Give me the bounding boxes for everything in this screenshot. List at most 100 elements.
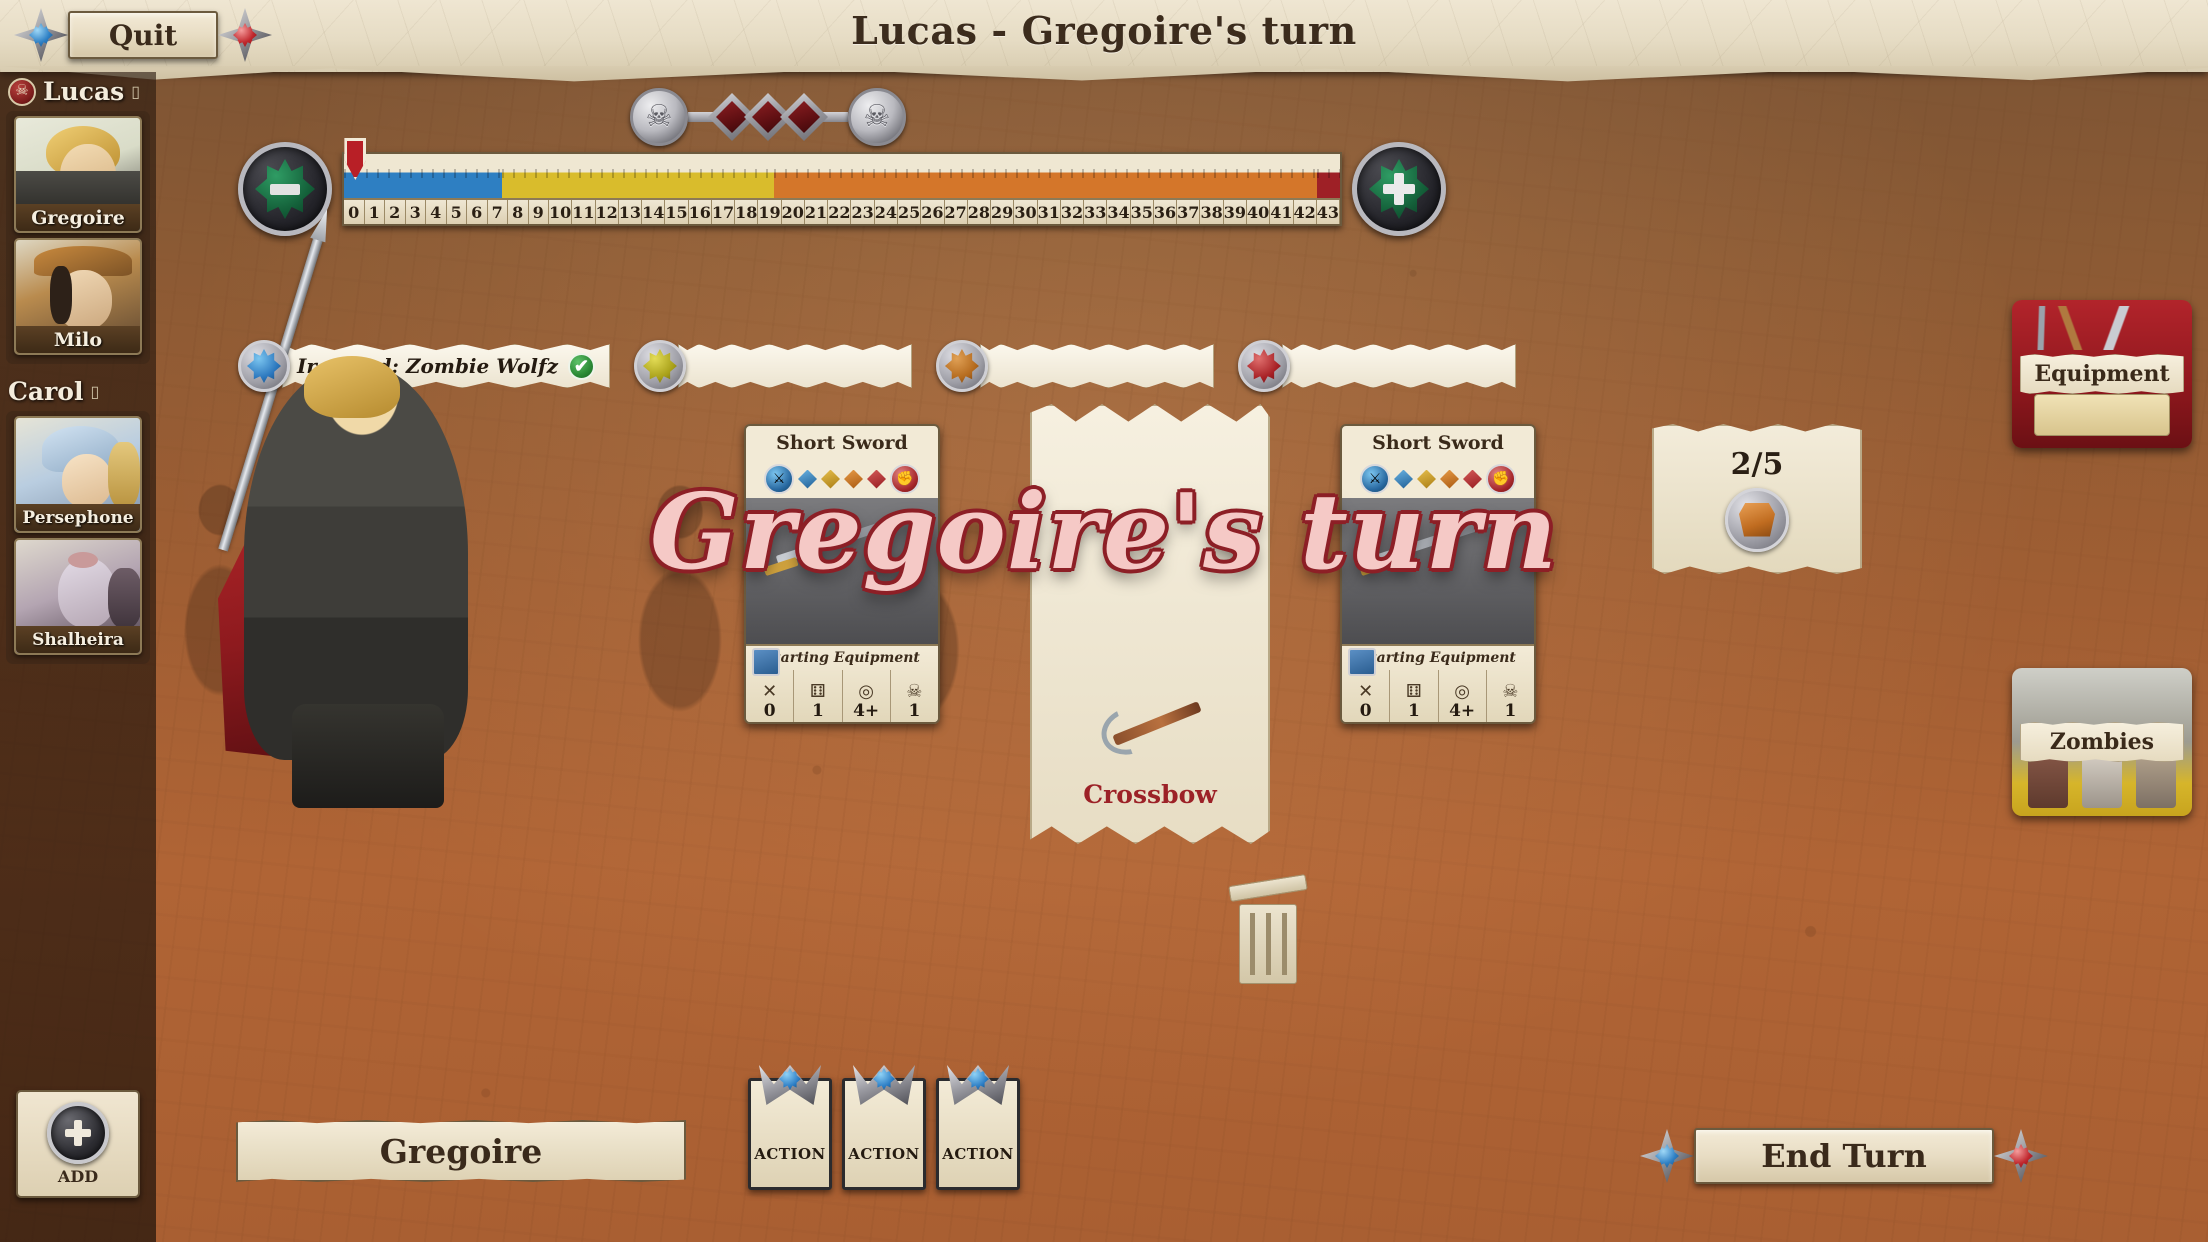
skill-slot-yellow[interactable] (633, 340, 912, 392)
xp-cell[interactable]: 30 (1014, 200, 1038, 224)
xp-cell[interactable]: 32 (1060, 200, 1085, 224)
xp-cell[interactable]: 36 (1153, 200, 1178, 224)
xp-cell[interactable]: 35 (1130, 200, 1154, 224)
xp-zone-strip (344, 154, 1340, 198)
equipment-card[interactable]: Short Sword ⚔ ✊ Starting Equipment ✕ 0 ⚅ (744, 424, 940, 724)
skill-slot-red[interactable] (1237, 340, 1516, 392)
xp-cell[interactable]: 20 (781, 200, 805, 224)
skill-strip[interactable] (979, 344, 1214, 388)
card-title: Short Sword (1372, 432, 1504, 454)
xp-cell[interactable]: 9 (528, 200, 549, 224)
danger-node[interactable] (780, 93, 828, 141)
xp-cell[interactable]: 13 (618, 200, 643, 224)
xp-cell[interactable]: 16 (688, 200, 712, 224)
xp-cell[interactable]: 15 (665, 200, 689, 224)
xp-cell[interactable]: 37 (1177, 200, 1201, 224)
clover-glyph (1246, 349, 1281, 383)
red-gem-icon (2009, 1144, 2033, 1168)
xp-cell[interactable]: 25 (897, 200, 922, 224)
skill-strip[interactable] (677, 344, 912, 388)
shoulders-shape (16, 171, 140, 205)
xp-cell[interactable]: 1 (364, 200, 385, 224)
character-name: Shalheira (16, 626, 140, 653)
xp-cell[interactable]: 2 (385, 200, 406, 224)
stat-dice: ⚅ 1 (793, 670, 841, 722)
skull-coin-icon-right[interactable]: ☠ (848, 88, 906, 146)
clover-glyph (642, 349, 677, 383)
skull-coin-icon-left[interactable]: ☠ (630, 88, 688, 146)
xp-cell[interactable]: 38 (1200, 200, 1224, 224)
action-card[interactable]: ACTION (936, 1065, 1020, 1190)
xp-cell[interactable]: 7 (487, 200, 508, 224)
xp-cell[interactable]: 27 (944, 200, 968, 224)
xp-cell[interactable]: 10 (549, 200, 573, 224)
equipment-card[interactable]: Short Sword ⚔ ✊ Starting Equipment ✕ 0 ⚅ (1340, 424, 1536, 724)
character-card-persephone[interactable]: Persephone (14, 416, 142, 533)
player-sidebar: ☠ Lucas ▯ Gregoire Milo Carol ▯ Persepho… (0, 72, 156, 1242)
ornament-left-icon (14, 8, 68, 62)
player-note: ▯ (131, 83, 141, 101)
xp-cell[interactable]: 3 (405, 200, 426, 224)
xp-cell[interactable]: 31 (1037, 200, 1061, 224)
stat-value: 4+ (853, 701, 880, 721)
xp-minus-button[interactable] (238, 142, 332, 236)
xp-cell[interactable]: 39 (1223, 200, 1247, 224)
player-header-carol: Carol ▯ (0, 372, 156, 409)
skill-slot-orange[interactable] (935, 340, 1214, 392)
xp-cell[interactable]: 29 (991, 200, 1015, 224)
xp-cell[interactable]: 18 (735, 200, 759, 224)
xp-cell[interactable]: 19 (758, 200, 782, 224)
xp-cell[interactable]: 28 (967, 200, 992, 224)
xp-cell[interactable]: 5 (446, 200, 467, 224)
crossed-swords-icon: ⚔ (764, 464, 794, 494)
character-card-milo[interactable]: Milo (14, 238, 142, 355)
stat-value: 1 (1407, 701, 1420, 721)
center-item-scroll[interactable] (1030, 404, 1270, 844)
body-art (244, 364, 468, 760)
xp-cell[interactable]: 42 (1293, 200, 1317, 224)
xp-plus-button[interactable] (1352, 142, 1446, 236)
stat-range: ✕ 0 (1342, 670, 1389, 722)
xp-track[interactable]: 0 1 2 3 4 5 6 7 8 9 10 11 12 13 14 15 16 17 18 19 20 21 22 23 24… (342, 138, 1342, 226)
add-character-button[interactable]: ADD (16, 1090, 140, 1198)
xp-cell[interactable]: 34 (1107, 200, 1131, 224)
xp-cell[interactable]: 21 (804, 200, 829, 224)
xp-cell[interactable]: 17 (711, 200, 736, 224)
xp-cell[interactable]: 12 (595, 200, 619, 224)
legs-art (292, 704, 444, 808)
stat-accuracy: ◎ 4+ (841, 670, 890, 722)
xp-cell[interactable]: 33 (1084, 200, 1108, 224)
stat-value: 0 (763, 701, 776, 721)
quit-button[interactable]: Quit (14, 8, 272, 62)
xp-cell[interactable]: 26 (921, 200, 945, 224)
xp-cell[interactable]: 6 (467, 200, 488, 224)
xp-cell[interactable]: 11 (572, 200, 596, 224)
character-card-gregoire[interactable]: Gregoire (14, 116, 142, 233)
backpack-panel[interactable]: 2/5 (1652, 424, 1862, 574)
sidebar-item-zombies[interactable]: Zombies (2012, 668, 2192, 816)
xp-cell[interactable]: 22 (828, 200, 852, 224)
discard-pile-icon[interactable] (1225, 873, 1311, 990)
skill-strip[interactable] (1281, 344, 1516, 388)
hair-shape (108, 442, 140, 508)
sidebar-item-equipment[interactable]: Equipment (2012, 300, 2192, 448)
xp-cell[interactable]: 43 (1316, 200, 1341, 224)
xp-cell[interactable]: 24 (874, 200, 898, 224)
end-turn-button[interactable]: End Turn (1640, 1128, 2048, 1184)
clover-glyph (247, 349, 281, 383)
backpack-count: 2/5 (1730, 446, 1784, 482)
xp-zone-yellow (502, 154, 775, 198)
xp-cell[interactable]: 0 (344, 200, 365, 224)
xp-cell[interactable]: 23 (851, 200, 875, 224)
xp-cell[interactable]: 8 (508, 200, 529, 224)
diamond-red-icon (1463, 469, 1482, 489)
plus-glyph (1383, 173, 1415, 205)
character-card-shalheira[interactable]: Shalheira (14, 538, 142, 655)
xp-cell[interactable]: 40 (1246, 200, 1271, 224)
xp-cell[interactable]: 14 (642, 200, 666, 224)
action-card[interactable]: ACTION (748, 1065, 832, 1190)
xp-cell[interactable]: 41 (1270, 200, 1294, 224)
action-card[interactable]: ACTION (842, 1065, 926, 1190)
stat-value: 1 (1504, 701, 1517, 721)
xp-cell[interactable]: 4 (426, 200, 447, 224)
